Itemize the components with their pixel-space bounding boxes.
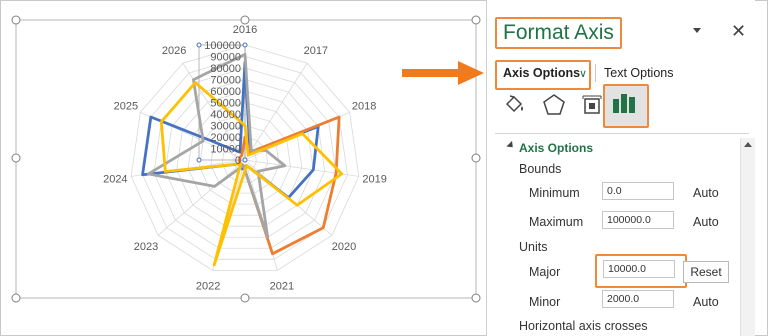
chevron-down-icon[interactable]: ∨ [579,67,587,80]
format-axis-pane: Format Axis ✕ Axis Options ∨ Text Option… [486,0,755,336]
callout-arrow-icon [402,61,484,85]
category-label: 2019 [362,174,386,186]
axis-options-icon[interactable] [609,89,639,119]
collapse-triangle-icon[interactable] [506,140,516,151]
minor-auto-label: Auto [693,295,719,309]
tick-label: 70000 [210,75,241,87]
pane-options-chevron-icon[interactable] [693,28,701,33]
axis-handle[interactable] [242,157,248,163]
resize-handle[interactable] [11,293,21,303]
scroll-up-icon[interactable] [744,142,752,147]
resize-handle[interactable] [240,15,250,25]
radar-ticks: 0100002000030000400005000060000700008000… [204,40,241,167]
resize-handle[interactable] [471,153,481,163]
tick-label: 40000 [210,109,241,121]
chart-area[interactable]: 2016 2017 2018 2019 2020 2021 2022 2023 2024 2025… [0,0,486,336]
category-label: 2017 [304,45,328,57]
minor-input[interactable]: 2000.0 [602,290,674,308]
units-label: Units [519,240,548,254]
tick-label: 80000 [210,63,241,75]
resize-handle[interactable] [11,153,21,163]
category-label: 2023 [134,241,158,253]
resize-handle[interactable] [471,15,481,25]
tick-label: 60000 [210,86,241,98]
resize-handle[interactable] [471,293,481,303]
axis-handle[interactable] [196,42,202,48]
category-label: 2020 [332,241,356,253]
reset-button[interactable]: Reset [683,261,729,283]
tick-label: 10000 [210,144,241,156]
pane-scrollbar[interactable] [740,138,755,336]
minimum-auto-label: Auto [693,186,719,200]
tick-label: 30000 [210,121,241,133]
effects-icon[interactable] [539,90,569,120]
tick-label: 0 [235,155,241,167]
tab-axis-options[interactable]: Axis Options [503,66,580,80]
resize-handle[interactable] [11,15,21,25]
bounds-label: Bounds [519,162,562,176]
section-axis-options[interactable]: Axis Options [519,141,593,155]
category-label: 2025 [114,101,138,113]
category-label: 2018 [352,101,376,113]
maximum-label: Maximum [529,215,584,229]
category-label: 2026 [162,45,186,57]
fill-line-icon[interactable] [499,90,529,120]
major-input[interactable]: 10000.0 [603,260,675,278]
minimum-input[interactable]: 0.0 [602,182,674,200]
tick-label: 90000 [210,52,241,64]
minor-label: Minor [529,295,561,309]
pane-title: Format Axis [495,17,622,49]
axis-handle[interactable] [242,42,248,48]
tick-label: 20000 [210,132,241,144]
radar-chart[interactable]: 2016 2017 2018 2019 2020 2021 2022 2023 2024 2025… [0,0,486,336]
tab-divider [595,64,596,82]
category-label: 2016 [233,24,257,36]
maximum-input[interactable]: 100000.0 [602,211,674,229]
resize-handle[interactable] [240,293,250,303]
tick-label: 50000 [210,98,241,110]
minimum-label: Minimum [529,186,580,200]
major-label: Major [529,265,561,279]
category-label: 2024 [103,174,127,186]
maximum-auto-label: Auto [693,215,719,229]
axis-handle[interactable] [196,157,202,163]
tick-label: 100000 [204,40,241,52]
horizontal-axis-crosses-label: Horizontal axis crosses [519,319,648,333]
category-label: 2022 [196,281,220,293]
category-label: 2021 [270,281,294,293]
tab-text-options[interactable]: Text Options [604,66,673,80]
pane-divider [495,133,749,134]
close-icon[interactable]: ✕ [731,22,746,40]
